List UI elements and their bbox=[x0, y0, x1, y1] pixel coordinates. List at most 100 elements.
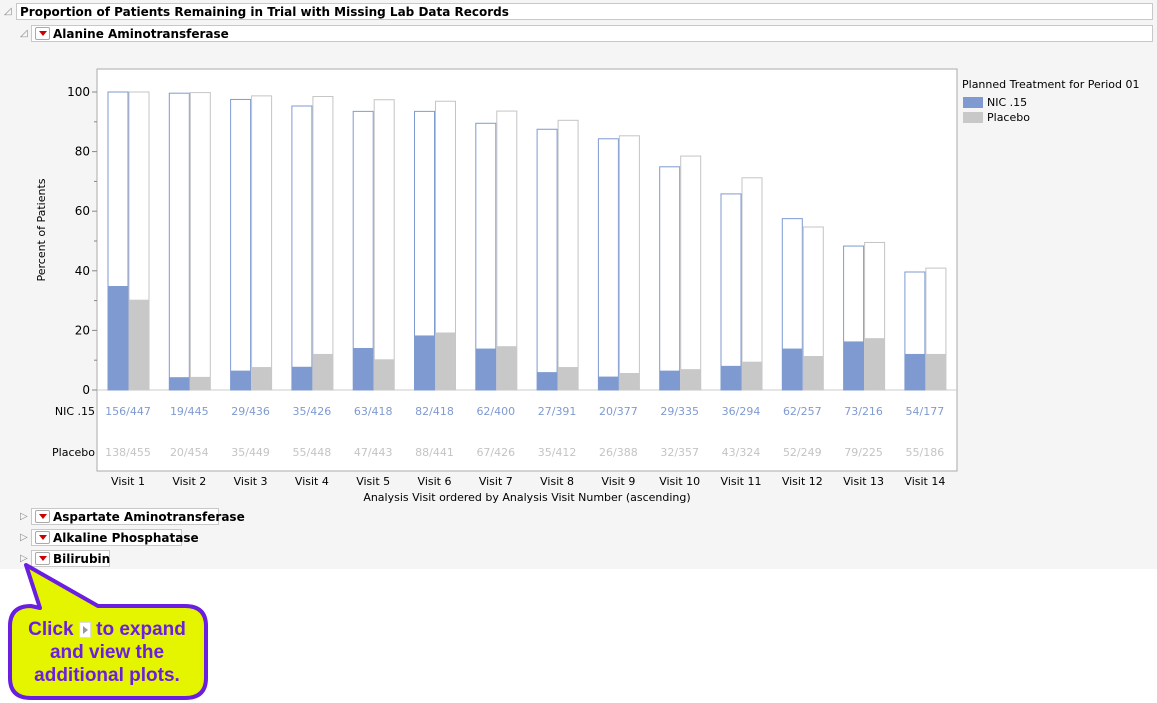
y-tick-label: 20 bbox=[75, 323, 90, 337]
count-label: 29/335 bbox=[660, 405, 699, 418]
x-tick-label: Visit 3 bbox=[234, 475, 268, 488]
missing-bar bbox=[782, 348, 803, 390]
count-label: 88/441 bbox=[415, 446, 454, 459]
missing-bar bbox=[129, 299, 149, 390]
missing-bar bbox=[803, 356, 824, 390]
y-axis-label: Percent of Patients bbox=[35, 178, 48, 281]
count-label: 26/388 bbox=[599, 446, 638, 459]
y-tick-label: 0 bbox=[82, 383, 90, 397]
count-label: 62/400 bbox=[476, 405, 515, 418]
x-tick-label: Visit 10 bbox=[659, 475, 700, 488]
count-label: 79/225 bbox=[844, 446, 883, 459]
count-label: 52/249 bbox=[783, 446, 822, 459]
missing-bar bbox=[925, 353, 946, 390]
row-label: Placebo bbox=[52, 446, 95, 459]
remaining-bar bbox=[230, 98, 252, 391]
remaining-bar bbox=[251, 95, 273, 391]
count-label: 62/257 bbox=[783, 405, 822, 418]
count-label: 47/443 bbox=[354, 446, 393, 459]
remaining-bar bbox=[536, 128, 558, 391]
missing-bar bbox=[537, 372, 558, 390]
count-label: 138/455 bbox=[105, 446, 151, 459]
missing-bar bbox=[435, 332, 456, 390]
count-label: 36/294 bbox=[722, 405, 761, 418]
missing-bar bbox=[291, 366, 312, 390]
count-label: 35/412 bbox=[538, 446, 577, 459]
x-tick-label: Visit 4 bbox=[295, 475, 329, 488]
count-label: 29/436 bbox=[231, 405, 270, 418]
missing-bar bbox=[169, 377, 190, 390]
missing-bar bbox=[843, 341, 864, 390]
count-label: 54/177 bbox=[906, 405, 945, 418]
missing-bar bbox=[496, 346, 517, 390]
x-tick-label: Visit 14 bbox=[904, 475, 945, 488]
remaining-bar bbox=[659, 166, 681, 391]
y-tick-label: 60 bbox=[75, 204, 90, 218]
x-tick-label: Visit 11 bbox=[721, 475, 762, 488]
red-triangle-menu-icon[interactable] bbox=[35, 510, 50, 523]
missing-bar bbox=[619, 373, 640, 390]
x-tick-label: Visit 12 bbox=[782, 475, 823, 488]
remaining-bar bbox=[618, 135, 640, 391]
missing-bar bbox=[312, 353, 333, 390]
count-label: 35/426 bbox=[293, 405, 332, 418]
remaining-bar bbox=[741, 177, 763, 391]
missing-bar bbox=[190, 376, 211, 390]
section-alkaline-phosphatase[interactable]: Alkaline Phosphatase bbox=[31, 529, 199, 546]
x-tick-label: Visit 5 bbox=[356, 475, 390, 488]
missing-bar bbox=[230, 370, 251, 390]
plot-frame bbox=[96, 68, 958, 472]
missing-bar bbox=[680, 369, 701, 390]
x-tick-label: Visit 8 bbox=[540, 475, 574, 488]
x-tick-label: Visit 7 bbox=[479, 475, 513, 488]
missing-bar bbox=[742, 361, 762, 390]
missing-bar bbox=[251, 367, 272, 390]
y-tick-label: 80 bbox=[75, 145, 90, 159]
y-tick-label: 100 bbox=[67, 85, 90, 99]
legend-swatch bbox=[963, 112, 983, 123]
count-label: 19/445 bbox=[170, 405, 209, 418]
x-axis-label: Analysis Visit ordered by Analysis Visit… bbox=[363, 491, 690, 504]
remaining-bar bbox=[312, 95, 334, 391]
count-label: 32/357 bbox=[660, 446, 699, 459]
count-label: 35/449 bbox=[231, 446, 270, 459]
legend-label: NIC .15 bbox=[987, 96, 1027, 109]
missing-bar bbox=[904, 353, 925, 390]
legend-label: Placebo bbox=[987, 111, 1030, 124]
count-label: 67/426 bbox=[476, 446, 515, 459]
expand-triangle-icon[interactable]: ▷ bbox=[20, 511, 28, 523]
remaining-bar bbox=[373, 99, 395, 391]
x-tick-label: Visit 1 bbox=[111, 475, 145, 488]
missing-bar bbox=[475, 348, 496, 390]
x-tick-label: Visit 6 bbox=[418, 475, 452, 488]
expand-triangle-icon[interactable]: ▷ bbox=[20, 532, 28, 544]
remaining-bar bbox=[189, 92, 211, 391]
x-tick-label: Visit 2 bbox=[172, 475, 206, 488]
missing-bar bbox=[108, 285, 128, 390]
remaining-bar bbox=[291, 105, 313, 391]
count-label: 20/377 bbox=[599, 405, 638, 418]
x-tick-label: Visit 9 bbox=[601, 475, 635, 488]
remaining-bar bbox=[720, 193, 742, 391]
count-label: 82/418 bbox=[415, 405, 454, 418]
remaining-bar bbox=[680, 155, 702, 391]
count-label: 63/418 bbox=[354, 405, 393, 418]
remaining-bar bbox=[597, 138, 619, 391]
count-label: 55/448 bbox=[293, 446, 332, 459]
missing-bar bbox=[353, 347, 374, 390]
callout-text: Click to expand and view the additional … bbox=[28, 619, 186, 686]
y-tick-label: 40 bbox=[75, 264, 90, 278]
count-label: 73/216 bbox=[844, 405, 883, 418]
remaining-bar bbox=[557, 119, 579, 391]
bar-chart: 0 20 40 60 80 100 Percent of Patients 156/447 13… bbox=[35, 68, 1140, 504]
section-aspartate-aminotransferase[interactable]: Aspartate Aminotransferase bbox=[31, 508, 245, 525]
missing-bar bbox=[864, 338, 885, 390]
remaining-bar bbox=[168, 92, 190, 391]
expand-triangle-icon bbox=[78, 621, 91, 638]
missing-bar bbox=[659, 370, 680, 390]
count-label: 55/186 bbox=[906, 446, 945, 459]
legend-title: Planned Treatment for Period 01 bbox=[962, 78, 1140, 91]
section-label: Aspartate Aminotransferase bbox=[53, 510, 245, 524]
red-triangle-menu-icon[interactable] bbox=[35, 531, 50, 544]
missing-bar bbox=[374, 359, 395, 390]
